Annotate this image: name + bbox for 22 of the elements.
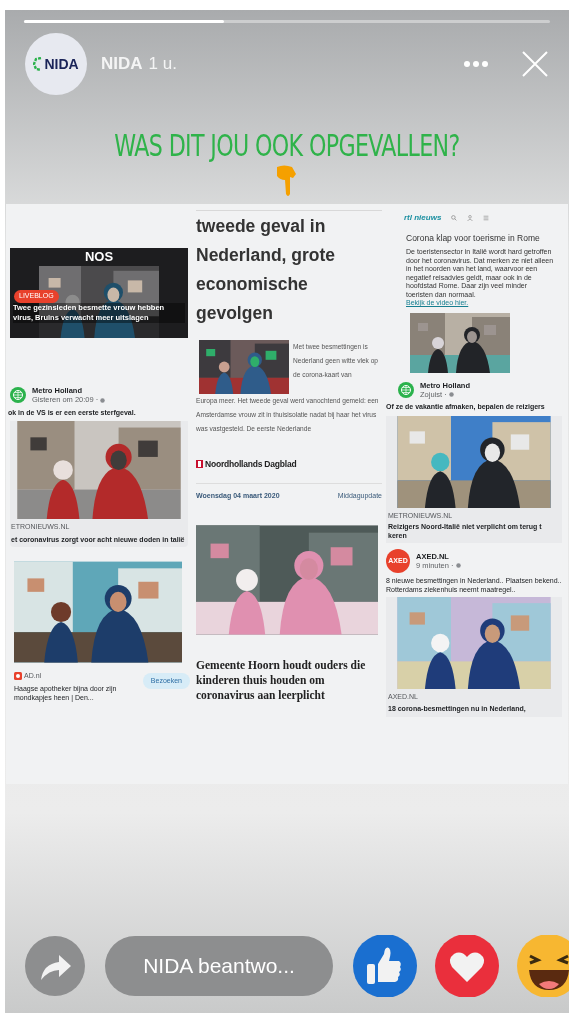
share-button-icon[interactable] [25,936,85,996]
laughing-reaction-icon[interactable] [517,935,569,997]
heart-reaction-icon[interactable] [435,935,499,997]
like-reaction-icon[interactable] [353,935,417,997]
post-time: 1 u. [148,53,177,76]
logo-mark-icon [33,57,44,71]
site-logo: rtl nieuws [404,212,442,224]
article-title: Corona klap voor toerisme in Rome [406,233,541,244]
avatar-logo-text: NIDA [44,54,79,74]
news-logo: NOS [84,248,114,267]
newspaper-name: Noordhollands Dagblad [205,458,297,471]
article-headline: tweede geval in Nederland, grote economische gevolgen [196,215,337,325]
close-icon[interactable] [521,50,549,78]
newspaper-headline: Gemeente Hoorn houdt ouders die kinderen thuis houden om coronavirus aan leerplicht [196,658,367,704]
newspaper-logo-icon [196,460,203,469]
story-headline: WAS DIT JOU OOK OPGEVALLEN? [113,127,461,165]
search-icon[interactable] [451,215,458,221]
more-icon[interactable] [463,60,489,68]
menu-icon[interactable] [483,215,490,221]
user-icon[interactable] [467,215,474,221]
ad-logo-icon [14,672,22,680]
avatar[interactable]: NIDA [25,33,87,95]
